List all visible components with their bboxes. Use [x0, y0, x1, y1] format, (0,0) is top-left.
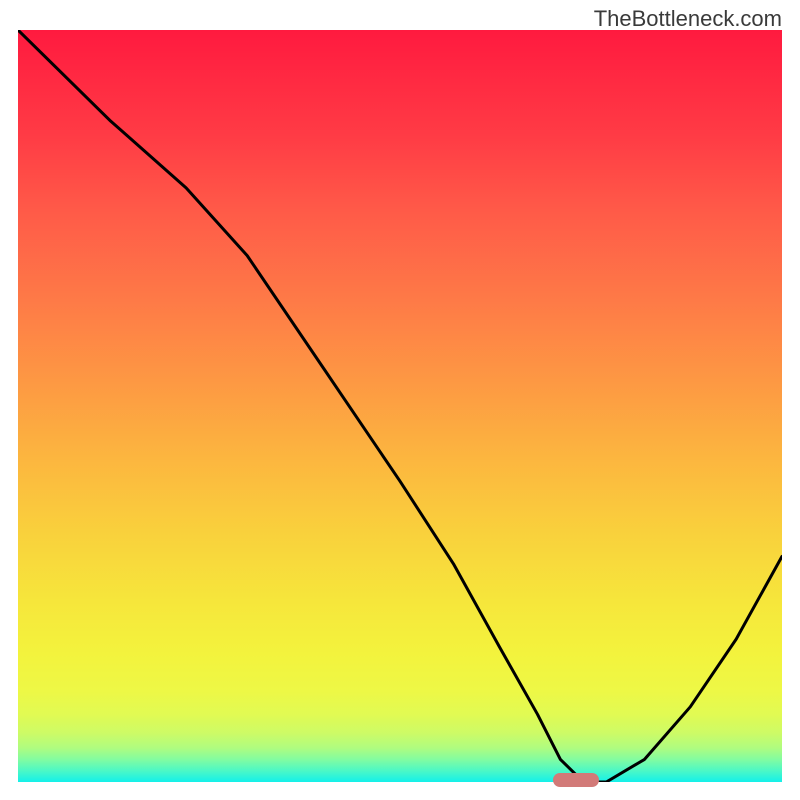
curve-svg — [18, 30, 782, 782]
valley-marker — [553, 773, 599, 787]
chart-container: TheBottleneck.com — [0, 0, 800, 800]
plot-area — [18, 30, 782, 782]
watermark-text: TheBottleneck.com — [594, 6, 782, 32]
bottleneck-curve — [18, 30, 782, 782]
